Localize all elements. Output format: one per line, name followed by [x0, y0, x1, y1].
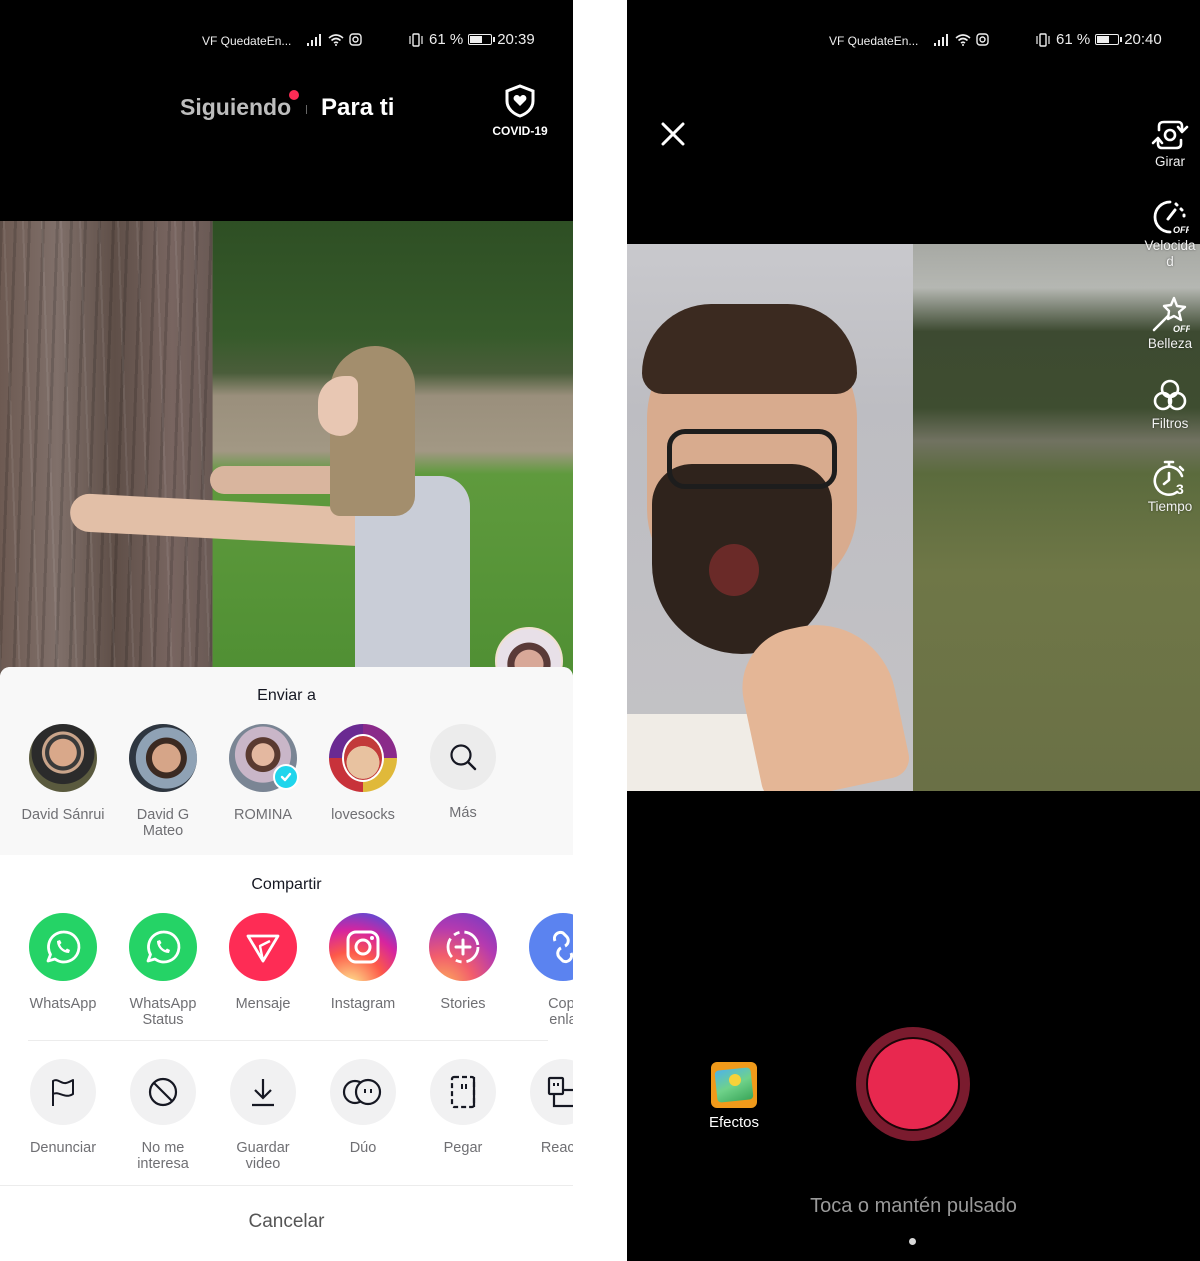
filters-button[interactable]: Filtros — [1140, 378, 1200, 432]
action-save-video-button[interactable]: Guardar video — [213, 1059, 313, 1172]
status-bar: VF QuedateEn... 61 % 20:39 — [0, 30, 573, 54]
avatar — [29, 724, 97, 792]
duet-icon — [342, 1078, 382, 1106]
flip-camera-button[interactable]: Girar — [1140, 118, 1200, 170]
share-whatsapp-status-button[interactable]: WhatsApp Status — [113, 913, 213, 1028]
section-divider — [28, 1040, 548, 1041]
not-interested-icon — [148, 1077, 178, 1107]
signal-icon — [307, 33, 321, 46]
timer-3-icon: 3 — [1153, 460, 1185, 497]
avatar — [129, 724, 197, 792]
avatar — [229, 724, 299, 792]
contact-david-g-mateo[interactable]: David G Mateo — [113, 724, 213, 839]
instagram-notification-icon — [349, 33, 362, 46]
flip-camera-icon — [1151, 120, 1189, 150]
action-stitch-button[interactable]: Pegar — [413, 1059, 513, 1156]
covid-19-button[interactable]: COVID-19 — [484, 84, 556, 138]
stitch-icon — [450, 1075, 476, 1109]
action-duet-button[interactable]: Dúo — [313, 1059, 413, 1156]
battery-icon — [1095, 34, 1123, 45]
link-icon — [552, 930, 573, 964]
share-whatsapp-button[interactable]: WhatsApp — [13, 913, 113, 1012]
carrier-name: VF QuedateEn... — [202, 34, 292, 48]
wifi-icon — [955, 33, 971, 46]
clock: 20:40 — [1124, 31, 1162, 48]
clock: 20:39 — [497, 31, 535, 48]
send-message-icon — [246, 934, 280, 963]
wifi-icon — [328, 33, 344, 46]
cancel-divider — [0, 1185, 573, 1186]
avatar — [329, 724, 397, 792]
share-copy-link-button[interactable]: Copienla — [513, 913, 573, 1028]
speed-off-icon: OFF — [1153, 200, 1189, 235]
whatsapp-icon — [146, 930, 181, 964]
svg-text:3: 3 — [1176, 481, 1184, 497]
tab-for-you[interactable]: Para ti — [321, 94, 394, 122]
instagram-icon — [346, 930, 380, 964]
shield-heart-icon — [505, 84, 535, 118]
instagram-notification-icon — [976, 33, 989, 46]
beauty-button[interactable]: OFF Belleza — [1140, 296, 1200, 352]
more-contacts-button[interactable]: Más — [413, 724, 513, 821]
contact-romina[interactable]: ROMINA — [213, 724, 313, 823]
svg-text:OFF: OFF — [1173, 324, 1190, 334]
record-hint: Toca o mantén pulsado — [810, 1195, 1017, 1217]
video-person — [69, 346, 470, 681]
status-bar: VF QuedateEn... 61 % 20:40 — [627, 30, 1200, 54]
action-not-interested-button[interactable]: No me interesa — [113, 1059, 213, 1172]
action-report-button[interactable]: Denunciar — [13, 1059, 113, 1156]
right-phone-camera-screen: VF QuedateEn... 61 % 20:40 Girar OF Velo… — [627, 0, 1200, 1261]
vibrate-icon — [409, 32, 423, 47]
video-player[interactable] — [0, 221, 573, 681]
close-icon[interactable] — [659, 120, 687, 148]
whatsapp-icon — [46, 930, 81, 964]
verified-badge-icon — [273, 764, 299, 790]
send-to-section: Enviar a David Sánrui David G Mateo ROMIN… — [0, 667, 573, 855]
share-sheet: Enviar a David Sánrui David G Mateo ROMIN… — [0, 667, 573, 1261]
camera-self-view — [627, 244, 913, 791]
share-stories-button[interactable]: Stories — [413, 913, 513, 1012]
video-tree-trunk — [0, 221, 212, 681]
share-title: Compartir — [251, 876, 322, 893]
vibrate-icon — [1036, 32, 1050, 47]
download-icon — [252, 1079, 274, 1107]
feed-top-nav: Siguiendo Para ti COVID-19 — [0, 84, 573, 138]
effects-icon — [711, 1062, 757, 1108]
carrier-name: VF QuedateEn... — [829, 34, 919, 48]
contact-lovesocks[interactable]: lovesocks — [313, 724, 413, 823]
battery-percent: 61 % — [429, 31, 464, 48]
beauty-wand-off-icon: OFF — [1152, 296, 1190, 334]
speed-button[interactable]: OFF Velocidad — [1140, 198, 1200, 270]
left-phone-feed-screen: VF QuedateEn... 61 % 20:39 Siguiendo Par… — [0, 0, 573, 1261]
effects-button[interactable]: Efectos — [705, 1062, 763, 1131]
duet-camera-preview — [627, 244, 1200, 791]
share-message-button[interactable]: Mensaje — [213, 913, 313, 1012]
contact-david-sanrui[interactable]: David Sánrui — [13, 724, 113, 823]
react-icon — [547, 1076, 573, 1108]
stories-add-icon — [446, 930, 480, 964]
svg-text:OFF: OFF — [1173, 225, 1189, 235]
notification-dot — [289, 90, 299, 100]
action-react-button[interactable]: Reacci — [513, 1059, 573, 1156]
signal-icon — [934, 33, 948, 46]
cancel-button[interactable]: Cancelar — [0, 1211, 573, 1233]
record-button[interactable] — [856, 1027, 970, 1141]
share-instagram-button[interactable]: Instagram — [313, 913, 413, 1012]
battery-icon — [468, 34, 496, 45]
flag-icon — [52, 1079, 74, 1106]
send-to-title: Enviar a — [257, 687, 316, 704]
search-icon — [450, 744, 477, 771]
battery-percent: 61 % — [1056, 31, 1091, 48]
tab-following[interactable]: Siguiendo — [180, 94, 291, 121]
timer-button[interactable]: 3 Tiempo — [1140, 459, 1200, 515]
tab-divider — [306, 105, 307, 114]
mode-indicator-dot — [909, 1238, 916, 1245]
filters-icon — [1153, 379, 1187, 411]
